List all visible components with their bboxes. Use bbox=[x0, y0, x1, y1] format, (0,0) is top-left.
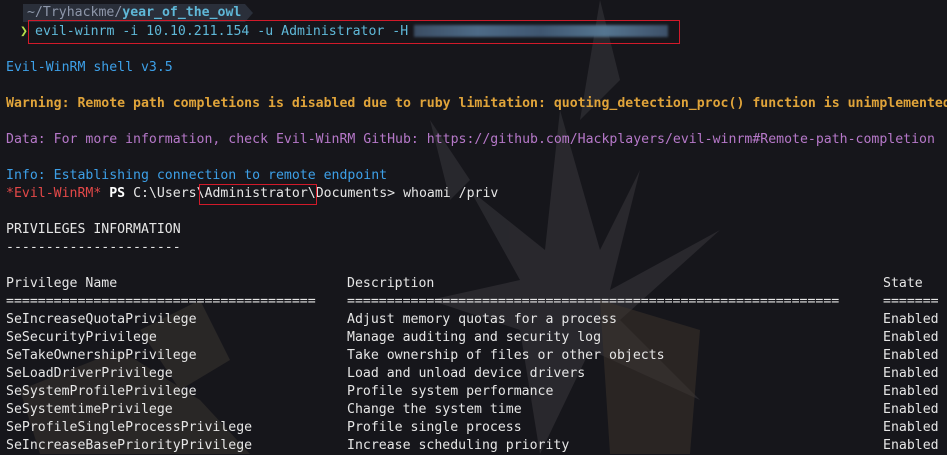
privilege-state: Enabled bbox=[883, 348, 939, 363]
privilege-name: SeSecurityPrivilege bbox=[6, 330, 157, 345]
privilege-description: Adjust memory quotas for a process bbox=[347, 312, 617, 327]
privilege-description: Load and unload device drivers bbox=[347, 366, 586, 381]
rule-description: ========================================… bbox=[347, 294, 840, 309]
privilege-name: SeLoadDriverPrivilege bbox=[6, 366, 173, 381]
privilege-description: Manage auditing and security log bbox=[347, 330, 602, 345]
privilege-description: Increase scheduling priority bbox=[347, 438, 570, 453]
privilege-name: SeSystemProfilePrivilege bbox=[6, 384, 197, 399]
command-highlight-box bbox=[28, 20, 680, 44]
rule-name: ======================================= bbox=[6, 294, 316, 309]
ps-path-c: Documents> bbox=[315, 186, 396, 201]
ps-prompt-tag: *Evil-WinRM* bbox=[6, 186, 102, 201]
ps-path-a: C:\Users bbox=[133, 186, 197, 201]
col-header-name: Privilege Name bbox=[6, 276, 118, 291]
table-row: SeIncreaseBasePriorityPrivilege Increase … bbox=[6, 437, 947, 455]
privilege-state: Enabled bbox=[883, 366, 939, 381]
ps-command: whoami /priv bbox=[403, 186, 499, 201]
ps-label: PS bbox=[109, 186, 126, 201]
privilege-name: SeSystemtimePrivilege bbox=[6, 402, 173, 417]
table-header-row: Privilege Name Description State bbox=[6, 275, 947, 293]
privilege-description: Take ownership of files or other objects bbox=[347, 348, 665, 363]
privilege-name: SeTakeOwnershipPrivilege bbox=[6, 348, 197, 363]
banner-text: Evil-WinRM shell v3.5 bbox=[6, 60, 173, 75]
privilege-state: Enabled bbox=[883, 330, 939, 345]
privilege-state: Enabled bbox=[883, 312, 939, 327]
col-header-state: State bbox=[883, 276, 923, 291]
privilege-name: SeIncreaseQuotaPrivilege bbox=[6, 312, 197, 327]
prompt-path-prefix: ~/Tryhackme/ bbox=[27, 5, 123, 20]
privilege-description: Profile single process bbox=[347, 420, 522, 435]
privilege-description: Profile system performance bbox=[347, 384, 554, 399]
rule-state: ======= bbox=[883, 294, 939, 309]
privilege-name: SeProfileSingleProcessPrivilege bbox=[6, 420, 253, 435]
priv-heading-rule: ---------------------- bbox=[6, 240, 181, 255]
table-row: SeIncreaseQuotaPrivilege Adjust memory qu… bbox=[6, 311, 947, 329]
privilege-state: Enabled bbox=[883, 420, 939, 435]
privilege-state: Enabled bbox=[883, 384, 939, 399]
table-row: SeSystemProfilePrivilege Profile system p… bbox=[6, 383, 947, 401]
priv-heading: PRIVILEGES INFORMATION bbox=[6, 222, 181, 237]
info-text: Info: Establishing connection to remote … bbox=[6, 168, 388, 183]
data-text: Data: For more information, check Evil-W… bbox=[6, 132, 935, 147]
terminal-window: ~/Tryhackme/year_of_the_owl ❯ evil-winrm… bbox=[0, 0, 947, 454]
prompt-path-current: year_of_the_owl bbox=[122, 5, 242, 20]
privilege-description: Change the system time bbox=[347, 402, 522, 417]
prompt-caret-icon: ❯ bbox=[20, 24, 28, 39]
privilege-state: Enabled bbox=[883, 402, 939, 417]
warning-text: Warning: Remote path completions is disa… bbox=[6, 96, 947, 111]
table-row: SeTakeOwnershipPrivilege Take ownership o… bbox=[6, 347, 947, 365]
admin-highlight-box bbox=[199, 184, 317, 205]
privilege-name: SeIncreaseBasePriorityPrivilege bbox=[6, 438, 253, 453]
table-row: SeSecurityPrivilege Manage auditing and s… bbox=[6, 329, 947, 347]
privilege-state: Enabled bbox=[883, 438, 939, 453]
table-rule-row: ======================================= =… bbox=[6, 293, 947, 311]
col-header-description: Description bbox=[347, 276, 435, 291]
table-row: SeLoadDriverPrivilege Load and unload dev… bbox=[6, 365, 947, 383]
table-row: SeProfileSingleProcessPrivilege Profile s… bbox=[6, 419, 947, 437]
table-row: SeSystemtimePrivilege Change the system t… bbox=[6, 401, 947, 419]
